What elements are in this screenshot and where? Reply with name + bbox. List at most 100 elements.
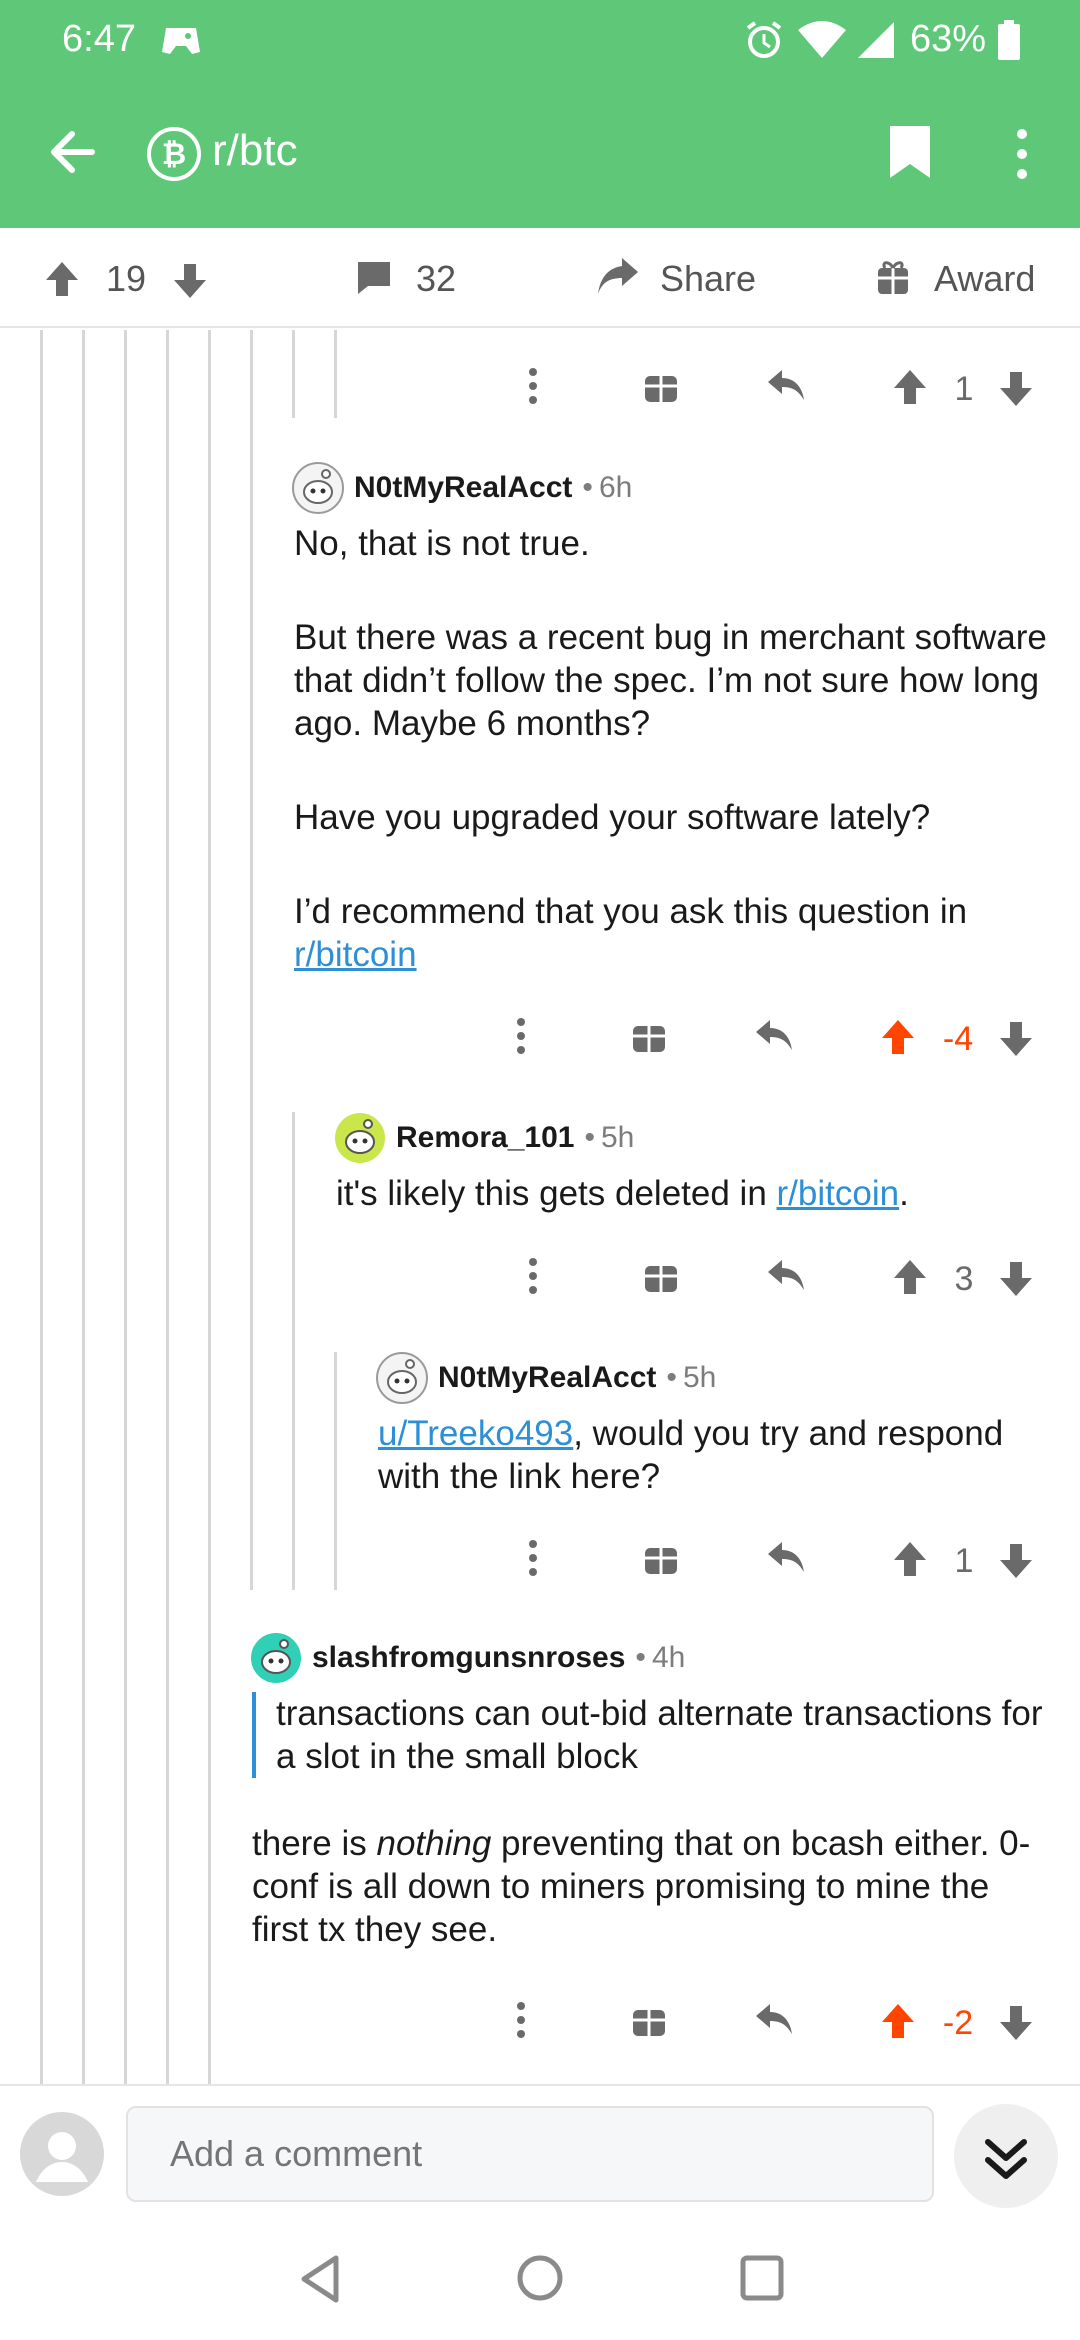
comment-age: 5h [600,1121,635,1154]
comment-author-row: N0tMyRealAcct • 6h [292,460,632,516]
subreddit-bitcoin-icon[interactable]: ₿ [146,126,202,182]
battery-icon [998,20,1020,60]
comment-downvote-icon[interactable] [998,1542,1034,1580]
comment-paragraph: u/Treeko493, would you try and respond w… [378,1412,1058,1498]
game-controller-icon [160,22,202,60]
comment-body: transactions can out-bid alternate trans… [252,1692,1052,1951]
comment-upvote-icon[interactable] [892,1540,928,1578]
comment-bubble-icon[interactable] [354,258,394,298]
comment-paragraph: No, that is not true. [294,524,590,563]
comment-author-row: N0tMyRealAcct • 5h [376,1350,716,1406]
double-chevron-down-icon [985,2139,1027,2179]
comment-paragraph: But there was a recent bug in merchant s… [294,618,1047,743]
comment-downvote-icon[interactable] [998,1260,1034,1298]
award-gift-icon[interactable] [876,258,910,296]
comment-author[interactable]: N0tMyRealAcct [354,471,572,505]
comment-reply-icon[interactable] [766,1540,806,1576]
comment-author[interactable]: Remora_101 [396,1121,574,1155]
comment-reply-icon[interactable] [754,1018,794,1054]
comment-author[interactable]: N0tMyRealAcct [438,1361,656,1395]
comment-upvote-icon[interactable] [892,1258,928,1296]
avatar[interactable] [250,1632,302,1684]
avatar[interactable] [292,462,344,514]
comment-age: 4h [651,1641,686,1674]
post-score: 19 [106,258,147,299]
subreddit-link[interactable]: r/bitcoin [294,935,417,974]
comment-score: 3 [954,1260,974,1298]
comment-award-icon[interactable] [632,1018,666,1054]
comment-paragraph: there is nothing preventing that on bcas… [252,1822,1052,1951]
comment-award-icon[interactable] [644,1258,678,1294]
comment-dot: • [584,1121,595,1154]
status-time: 6:47 [62,18,136,60]
collapse-all-button[interactable] [954,2104,1058,2208]
comment-body: it's likely this gets deleted in r/bitco… [336,1172,1056,1215]
avatar[interactable] [334,1112,386,1164]
svg-text:₿: ₿ [162,137,186,172]
comment-author-row: slashfromgunsnroses • 4h [250,1630,685,1686]
subreddit-title[interactable]: r/btc [212,126,298,176]
comment-count[interactable]: 32 [416,258,456,300]
post-downvote-icon[interactable] [172,262,208,300]
battery-percent: 63% [910,18,987,60]
comment-more-icon[interactable] [528,366,538,406]
share-icon[interactable] [596,256,640,298]
more-vert-icon[interactable] [1012,128,1032,180]
cell-signal-icon [856,20,896,60]
comment-upvote-icon[interactable] [880,1018,916,1056]
comment-dot: • [635,1641,646,1674]
nav-back-icon[interactable] [298,2254,342,2304]
comment-downvote-icon[interactable] [998,1020,1034,1058]
comment-body: No, that is not true. But there was a re… [294,522,1054,976]
comment-downvote-icon[interactable] [998,370,1034,408]
comment-downvote-icon[interactable] [998,2004,1034,2042]
comment-award-icon[interactable] [644,368,678,404]
award-button[interactable]: Award [934,258,1035,300]
comment-more-icon[interactable] [516,2000,526,2040]
post-upvote-icon[interactable] [44,260,80,298]
comment-reply-icon[interactable] [766,1258,806,1294]
comment-author-row: Remora_101 • 5h [334,1110,634,1166]
comment-body: u/Treeko493, would you try and respond w… [378,1412,1058,1498]
comment-text: it's likely this gets deleted in [336,1174,777,1213]
comment-text: I’d recommend that you ask this question… [294,892,968,931]
comment-more-icon[interactable] [516,1016,526,1056]
comment-reply-icon[interactable] [766,368,806,404]
user-link[interactable]: u/Treeko493 [378,1414,573,1453]
comment-award-icon[interactable] [632,2002,666,2038]
share-button[interactable]: Share [660,258,756,300]
comment-text: there is [252,1824,377,1863]
subreddit-link[interactable]: r/bitcoin [777,1174,900,1213]
system-nav-bar [0,2224,1080,2340]
comment-text: . [899,1174,909,1213]
comment-dot: • [666,1361,677,1394]
comment-quote: transactions can out-bid alternate trans… [252,1692,1052,1778]
user-avatar-icon[interactable] [20,2112,104,2196]
nav-home-icon[interactable] [516,2254,564,2302]
comment-input[interactable] [126,2106,934,2202]
bookmark-icon[interactable] [888,124,932,180]
comment-score: 1 [954,1542,974,1580]
avatar[interactable] [376,1352,428,1404]
comment-author[interactable]: slashfromgunsnroses [312,1641,625,1675]
comment-more-icon[interactable] [528,1256,538,1296]
comment-composer [0,2084,1080,2224]
comment-score: -4 [942,1020,974,1058]
comment-score: -2 [942,2004,974,2042]
comment-more-icon[interactable] [528,1538,538,1578]
comment-upvote-icon[interactable] [892,368,928,406]
alarm-icon [744,20,784,60]
wifi-icon [796,20,848,60]
post-action-bar: 19 32 Share Award [0,228,1080,328]
comment-paragraph: it's likely this gets deleted in r/bitco… [336,1172,1056,1215]
nav-recents-icon[interactable] [740,2254,784,2302]
comment-age: 6h [598,471,633,504]
comment-score: 1 [954,370,974,408]
comment-paragraph: I’d recommend that you ask this question… [294,890,1054,976]
comment-reply-icon[interactable] [754,2002,794,2038]
back-arrow-icon[interactable] [44,124,100,180]
comment-award-icon[interactable] [644,1540,678,1576]
comment-dot: • [582,471,593,504]
comment-upvote-icon[interactable] [880,2002,916,2040]
app-bar: 6:47 63% ₿ r/btc [0,0,1080,228]
